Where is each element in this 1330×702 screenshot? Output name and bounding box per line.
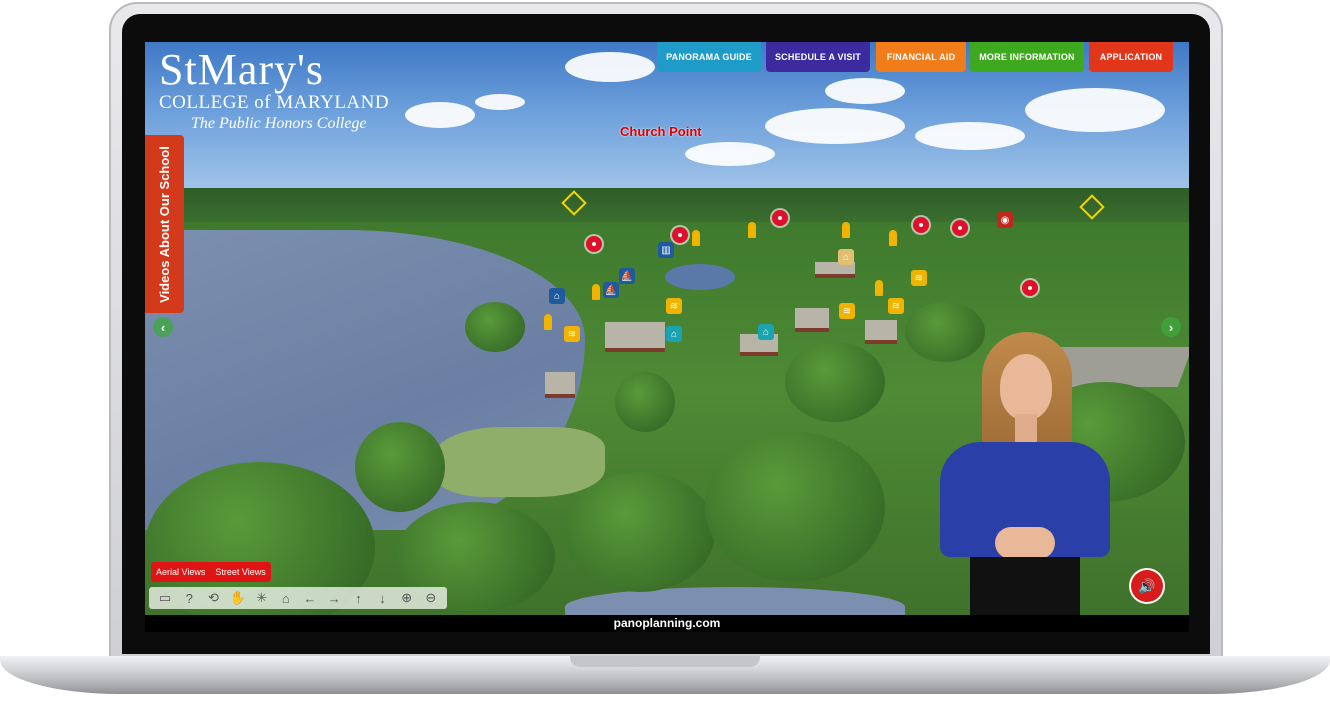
zoom-out-icon[interactable]: ⊖ — [422, 590, 440, 606]
place-label[interactable]: Church Point — [620, 124, 702, 139]
wifi-pin-icon[interactable]: ≋ — [911, 270, 927, 286]
arrow-up-icon[interactable]: ↑ — [349, 591, 367, 606]
hotspot-marker[interactable] — [586, 236, 602, 252]
arrow-left-icon[interactable]: ← — [301, 591, 319, 606]
nav-financial-aid[interactable]: FINANCIAL AID — [876, 42, 966, 72]
wifi-pin-icon[interactable]: ≋ — [564, 326, 580, 342]
sound-icon[interactable]: 🔊 — [1131, 570, 1163, 602]
hotspot-marker[interactable] — [1022, 280, 1038, 296]
person-icon[interactable] — [889, 230, 897, 246]
building-pin-icon[interactable]: ▥ — [658, 242, 674, 258]
museum-pin-icon[interactable]: ⌂ — [758, 324, 774, 340]
logo-name: StMary's — [159, 45, 325, 94]
help-icon[interactable]: ? — [180, 591, 198, 606]
hotspot-marker[interactable] — [672, 227, 688, 243]
arrow-down-icon[interactable]: ↓ — [373, 591, 391, 606]
hotspot-marker[interactable] — [772, 210, 788, 226]
videos-about-our-school-tab[interactable]: Videos About Our School — [145, 135, 184, 313]
gyro-icon[interactable]: ✳ — [253, 590, 271, 606]
pond-water — [665, 264, 735, 290]
nav-panorama-guide[interactable]: PANORAMA GUIDE — [657, 42, 761, 72]
info-pin-icon[interactable]: ⌂ — [838, 249, 854, 265]
rotate-icon[interactable]: ⟲ — [204, 590, 222, 606]
pano-prev-arrow[interactable]: ‹ — [153, 317, 173, 337]
hotspot-marker[interactable] — [952, 220, 968, 236]
cemetery — [435, 427, 605, 497]
hand-icon[interactable]: ✋ — [229, 590, 247, 606]
wifi-pin-icon[interactable]: ≋ — [888, 298, 904, 314]
panorama-viewer[interactable]: StMary's COLLEGE of MARYLAND The Public … — [145, 42, 1189, 632]
logo-college: COLLEGE of MARYLAND — [159, 92, 390, 113]
footer-credit[interactable]: panoplanning.com — [145, 615, 1189, 632]
hotspot-marker[interactable] — [913, 217, 929, 233]
video-presenter[interactable] — [930, 332, 1120, 632]
nav-application[interactable]: APPLICATION — [1089, 42, 1173, 72]
person-icon[interactable] — [875, 280, 883, 296]
laptop-notch — [570, 656, 760, 667]
wifi-pin-icon[interactable]: ≋ — [666, 298, 682, 314]
tab-aerial-views[interactable]: Aerial Views — [151, 562, 210, 582]
dining-pin-icon[interactable]: ◉ — [997, 212, 1013, 228]
logo-tagline: The Public Honors College — [191, 115, 367, 132]
arrow-right-icon[interactable]: → — [325, 591, 343, 606]
museum-pin-icon[interactable]: ⌂ — [549, 288, 565, 304]
view-tabs: Aerial Views Street Views — [151, 562, 271, 582]
person-icon[interactable] — [592, 284, 600, 300]
wifi-pin-icon[interactable]: ≋ — [839, 303, 855, 319]
person-icon[interactable] — [544, 314, 552, 330]
college-logo[interactable]: StMary's COLLEGE of MARYLAND The Public … — [159, 48, 389, 134]
pano-next-arrow[interactable]: › — [1161, 317, 1181, 337]
nav-more-information[interactable]: MORE INFORMATION — [970, 42, 1084, 72]
zoom-in-icon[interactable]: ⊕ — [398, 590, 416, 606]
panorama-toolbar: ▭ ? ⟲ ✋ ✳ ⌂ ← → ↑ ↓ ⊕ ⊖ — [149, 587, 447, 609]
museum-pin-icon[interactable]: ⌂ — [666, 326, 682, 342]
screen-icon[interactable]: ▭ — [156, 590, 174, 606]
person-icon[interactable] — [842, 222, 850, 238]
nav-schedule-a-visit[interactable]: SCHEDULE A VISIT — [766, 42, 870, 72]
home-icon[interactable]: ⌂ — [277, 591, 295, 606]
person-icon[interactable] — [748, 222, 756, 238]
tab-street-views[interactable]: Street Views — [210, 562, 270, 582]
sailing-pin-icon[interactable]: ⛵ — [603, 282, 619, 298]
person-icon[interactable] — [692, 230, 700, 246]
sailing-pin-icon[interactable]: ⛵ — [619, 268, 635, 284]
